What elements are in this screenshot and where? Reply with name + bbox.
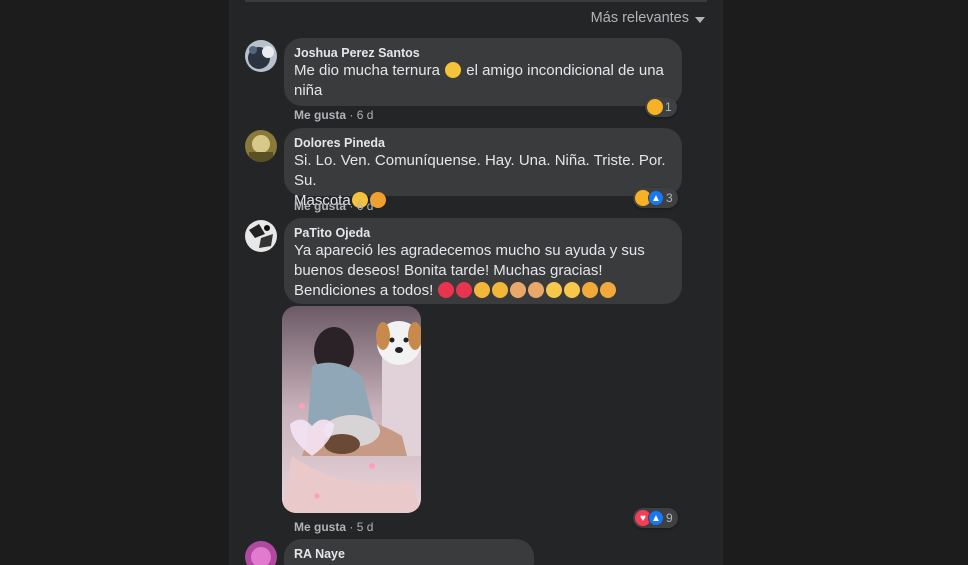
sunglasses-face-icon xyxy=(582,282,599,298)
like-reaction-icon: ▲ xyxy=(648,510,664,526)
avatar[interactable] xyxy=(245,40,277,72)
avatar[interactable] xyxy=(245,220,277,252)
sort-label: Más relevantes xyxy=(590,10,689,26)
comment-time[interactable]: 6 d xyxy=(357,108,374,122)
comment-bubble: Joshua Perez Santos Me dio mucha ternura… xyxy=(284,38,682,106)
sunglasses-face-icon xyxy=(600,282,617,298)
star-struck-icon xyxy=(438,282,455,298)
reaction-summary[interactable]: ♥ ▲ 9 xyxy=(633,508,678,528)
comment-bubble: RA Naye xyxy=(284,539,534,565)
comment-author[interactable]: RA Naye xyxy=(294,546,522,562)
comments-panel: Más relevantes Joshua Perez Santos Me di… xyxy=(229,0,723,565)
comment-bubble: PaTito Ojeda Ya apareció les agradecemos… xyxy=(284,218,682,304)
like-button[interactable]: Me gusta xyxy=(294,520,346,534)
comment-text: Ya apareció les agradecemos mucho su ayu… xyxy=(294,242,645,299)
folded-hands-icon xyxy=(528,282,545,298)
comment-author[interactable]: Dolores Pineda xyxy=(294,135,670,151)
comment-text: Me dio mucha ternura el amigo incondicio… xyxy=(294,62,664,99)
comment-meta: Me gusta · 6 d xyxy=(294,108,374,122)
comment-meta: Me gusta · 6 d xyxy=(294,199,374,213)
sad-reaction-icon xyxy=(647,99,663,115)
like-button[interactable]: Me gusta xyxy=(294,108,346,122)
reaction-summary[interactable]: 1 xyxy=(645,97,677,117)
comment-bubble: Dolores Pineda Si. Lo. Ven. Comuníquense… xyxy=(284,128,682,209)
reaction-summary[interactable]: ▲ 3 xyxy=(633,188,678,208)
raising-hands-icon xyxy=(492,282,509,298)
sort-dropdown[interactable]: Más relevantes xyxy=(591,10,705,26)
raising-hands-icon xyxy=(474,282,491,298)
caret-down-icon xyxy=(695,16,705,23)
like-reaction-icon: ▲ xyxy=(648,190,664,206)
avatar[interactable] xyxy=(245,541,277,565)
avatar[interactable] xyxy=(245,130,277,162)
crying-face-icon xyxy=(445,62,462,78)
comment-photo[interactable] xyxy=(282,306,421,513)
star-struck-icon xyxy=(456,282,473,298)
comment-author[interactable]: Joshua Perez Santos xyxy=(294,45,670,61)
grinning-face-icon xyxy=(546,282,563,298)
divider xyxy=(245,0,707,2)
folded-hands-icon xyxy=(510,282,527,298)
comment-meta: Me gusta · 5 d xyxy=(294,520,374,534)
comment-time[interactable]: 6 d xyxy=(357,199,374,213)
like-button[interactable]: Me gusta xyxy=(294,199,346,213)
comment-time[interactable]: 5 d xyxy=(357,520,374,534)
grinning-face-icon xyxy=(564,282,581,298)
comment-author[interactable]: PaTito Ojeda xyxy=(294,225,670,241)
